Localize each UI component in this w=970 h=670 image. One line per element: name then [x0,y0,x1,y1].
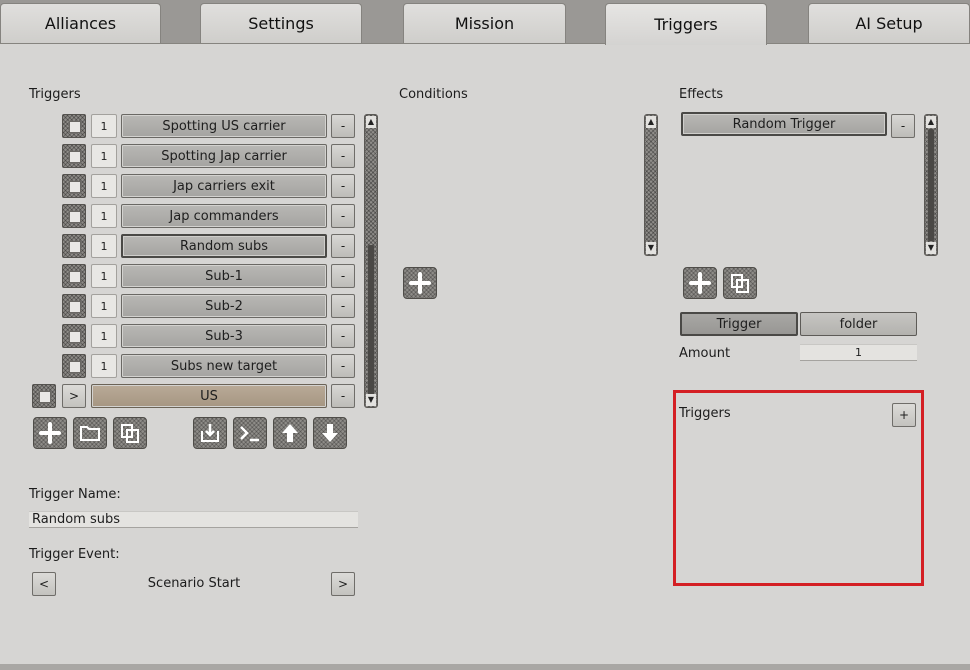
tab-ai-setup[interactable]: AI Setup [808,3,970,43]
remove-effect-button[interactable]: - [891,114,915,138]
trigger-item-jap-commanders[interactable]: Jap commanders [121,204,327,228]
trigger-item-random-subs[interactable]: Random subs [121,234,327,258]
scroll-up-icon[interactable]: ▲ [366,116,376,128]
trigger-count: 1 [91,144,117,168]
trigger-enable-checkbox[interactable] [62,204,86,228]
console-button[interactable] [233,417,267,449]
trigger-count: 1 [91,354,117,378]
trigger-enable-checkbox[interactable] [62,174,86,198]
amount-label: Amount [679,346,731,361]
trigger-item-sub-3[interactable]: Sub-3 [121,324,327,348]
effects-heading: Effects [679,87,724,102]
plus-icon [39,422,61,444]
import-trigger-button[interactable] [193,417,227,449]
trigger-item-spotting-us-carrier[interactable]: Spotting US carrier [121,114,327,138]
plus-icon [409,272,431,294]
remove-trigger-button[interactable]: - [331,294,355,318]
trigger-count: 1 [91,234,117,258]
remove-trigger-button[interactable]: - [331,324,355,348]
copy-effect-button[interactable] [723,267,757,299]
scroll-down-icon[interactable]: ▼ [646,242,656,254]
effects-scrollbar[interactable]: ▲ ▼ [924,114,938,256]
trigger-count: 1 [91,264,117,288]
triggers-page: Triggers 1 Spotting US carrier - 1 Spott… [0,43,970,665]
trigger-count: 1 [91,204,117,228]
remove-trigger-button[interactable]: - [331,204,355,228]
trigger-count: 1 [91,294,117,318]
trigger-enable-checkbox[interactable] [62,144,86,168]
trigger-item-sub-2[interactable]: Sub-2 [121,294,327,318]
event-prev-button[interactable]: < [32,572,56,596]
trigger-count: 1 [91,114,117,138]
trigger-enable-checkbox[interactable] [62,354,86,378]
tab-label: Alliances [44,14,117,33]
event-next-button[interactable]: > [331,572,355,596]
arrow-down-icon [322,424,338,442]
tab-label: Mission [454,14,515,33]
tab-settings[interactable]: Settings [200,3,362,43]
scrollbar-thumb[interactable] [928,129,934,241]
trigger-name-label: Trigger Name: [29,487,121,502]
folder-expand-button[interactable]: > [62,384,86,408]
move-down-button[interactable] [313,417,347,449]
copy-icon [731,274,749,293]
trigger-enable-checkbox[interactable] [62,324,86,348]
add-condition-button[interactable] [403,267,437,299]
mode-trigger-toggle[interactable]: Trigger [680,312,798,336]
import-icon [201,424,219,442]
folder-enable-checkbox[interactable] [32,384,56,408]
tab-mission[interactable]: Mission [403,3,566,43]
remove-folder-button[interactable]: - [331,384,355,408]
copy-trigger-button[interactable] [113,417,147,449]
trigger-count: 1 [91,174,117,198]
tab-alliances[interactable]: Alliances [0,3,161,43]
amount-field[interactable]: 1 [800,344,917,361]
add-effect-button[interactable] [683,267,717,299]
tab-label: Settings [248,14,314,33]
console-icon [240,426,259,442]
trigger-item-jap-carriers-exit[interactable]: Jap carriers exit [121,174,327,198]
move-up-button[interactable] [273,417,307,449]
trigger-enable-checkbox[interactable] [62,234,86,258]
effect-item-random-trigger[interactable]: Random Trigger [681,112,887,136]
remove-trigger-button[interactable]: - [331,144,355,168]
scroll-down-icon[interactable]: ▼ [926,242,936,254]
tab-label: Triggers [654,15,718,34]
trigger-event-label: Trigger Event: [29,547,120,562]
scrollbar-thumb[interactable] [368,245,374,395]
remove-trigger-button[interactable]: - [331,174,355,198]
scroll-up-icon[interactable]: ▲ [926,116,936,128]
effects-left-scrollbar[interactable]: ▲ ▼ [644,114,658,256]
folder-icon [80,426,100,441]
trigger-enable-checkbox[interactable] [62,114,86,138]
trigger-item-sub-1[interactable]: Sub-1 [121,264,327,288]
remove-trigger-button[interactable]: - [331,264,355,288]
copy-icon [121,424,139,443]
triggers-scrollbar[interactable]: ▲ ▼ [364,114,378,408]
trigger-name-field[interactable]: Random subs [29,511,358,528]
highlight-box [673,390,924,586]
bottom-border [0,664,970,670]
trigger-enable-checkbox[interactable] [62,294,86,318]
tab-triggers[interactable]: Triggers [605,3,767,45]
mode-folder-toggle[interactable]: folder [800,312,917,336]
remove-trigger-button[interactable]: - [331,354,355,378]
plus-icon [689,272,711,294]
trigger-enable-checkbox[interactable] [62,264,86,288]
trigger-folder-us[interactable]: US [91,384,327,408]
trigger-item-subs-new-target[interactable]: Subs new target [121,354,327,378]
trigger-item-spotting-jap-carrier[interactable]: Spotting Jap carrier [121,144,327,168]
trigger-count: 1 [91,324,117,348]
arrow-up-icon [282,424,298,442]
triggers-heading: Triggers [29,87,81,102]
tab-label: AI Setup [855,14,923,33]
remove-trigger-button[interactable]: - [331,114,355,138]
add-trigger-button[interactable] [33,417,67,449]
remove-trigger-button[interactable]: - [331,234,355,258]
add-folder-button[interactable] [73,417,107,449]
trigger-event-value: Scenario Start [147,576,241,591]
scroll-down-icon[interactable]: ▼ [366,394,376,406]
conditions-heading: Conditions [399,87,468,102]
scroll-up-icon[interactable]: ▲ [646,116,656,128]
